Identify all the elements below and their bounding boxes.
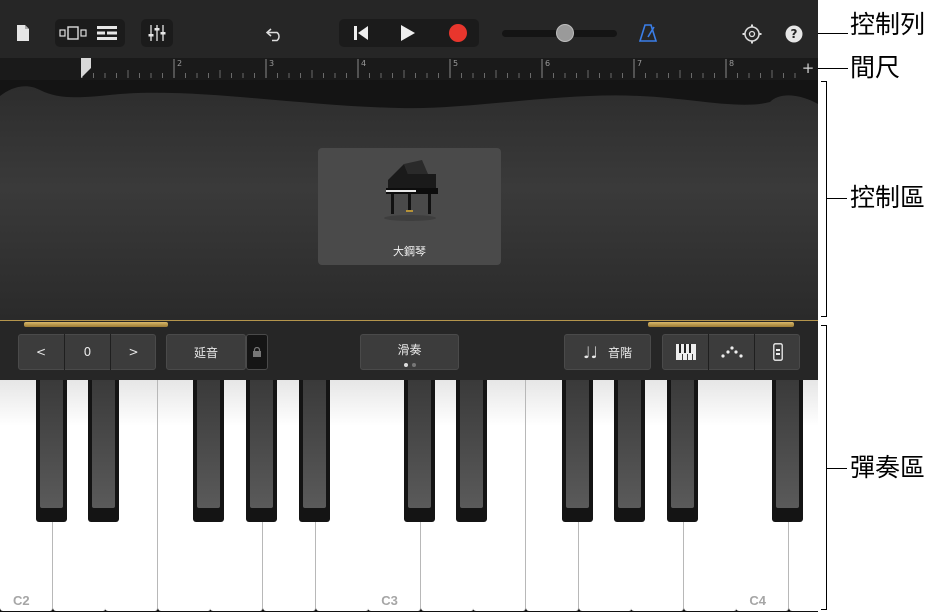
black-key[interactable]: [403, 380, 435, 522]
document-icon: [17, 25, 29, 41]
keyboard-overview-left[interactable]: [24, 322, 168, 327]
play-area[interactable]: C2 C3 C4: [0, 380, 818, 612]
callout-bracket: [821, 81, 827, 317]
gear-icon: [742, 24, 762, 44]
black-key[interactable]: [88, 380, 120, 522]
glissando-button[interactable]: 滑奏: [360, 334, 459, 370]
undo-button[interactable]: [262, 22, 288, 46]
keyboard-layout-button[interactable]: [663, 335, 708, 369]
velocity-icon: [772, 343, 783, 361]
black-key[interactable]: [246, 380, 277, 522]
octave-down-button[interactable]: <: [18, 334, 64, 370]
black-key[interactable]: [193, 380, 225, 522]
label-ruler: 間尺: [850, 53, 901, 82]
instrument-selector[interactable]: 大鋼琴: [318, 148, 501, 265]
note-label: C3: [381, 593, 398, 608]
ruler-bar-number: 6: [545, 59, 551, 68]
control-bar: ?: [0, 0, 818, 58]
instrument-name: 大鋼琴: [393, 245, 426, 258]
tracks-view-button[interactable]: [92, 21, 122, 45]
sustain-lock-button[interactable]: [246, 334, 268, 370]
browser-view-button[interactable]: [57, 21, 89, 45]
garageband-window: ? 12345678 + 大鋼: [0, 0, 818, 612]
svg-text:?: ?: [791, 27, 798, 41]
sustain-button[interactable]: 延音: [166, 334, 246, 370]
play-icon: [401, 25, 415, 41]
ruler-bar-number: 8: [729, 59, 735, 68]
black-key[interactable]: [666, 380, 698, 522]
music-note-icon: ♩♩: [582, 342, 599, 362]
arpeggiator-icon: [720, 346, 743, 358]
ruler-bar-number: 2: [177, 59, 183, 68]
callout-line: [818, 68, 848, 69]
black-key[interactable]: [35, 380, 67, 522]
playhead-marker[interactable]: [80, 58, 92, 80]
ruler-bar-number: 7: [637, 59, 643, 68]
go-to-beginning-button[interactable]: [341, 19, 381, 47]
black-key[interactable]: [772, 380, 803, 522]
keyboard-overview-right[interactable]: [648, 322, 794, 327]
ruler-bar-number: 4: [361, 59, 367, 68]
settings-button[interactable]: [740, 22, 764, 46]
keyboard-controls-strip: < 0 > 延音 滑奏 ♩♩ 音階: [0, 320, 818, 381]
page-indicator: [402, 360, 418, 367]
browser-view-icon: [59, 26, 87, 40]
play-button[interactable]: [388, 19, 428, 47]
lock-icon: [253, 347, 261, 357]
piano-keys-icon: [675, 344, 696, 360]
scale-button[interactable]: ♩♩ 音階: [564, 334, 651, 370]
octave-value: 0: [83, 345, 92, 359]
record-button[interactable]: [438, 19, 478, 47]
black-key[interactable]: [456, 380, 488, 522]
help-icon: ?: [785, 25, 803, 43]
metronome-icon: [639, 24, 657, 42]
black-key[interactable]: [561, 380, 593, 522]
undo-icon: [266, 28, 280, 42]
label-play-area: 彈奏區: [850, 453, 926, 482]
note-label: C2: [13, 593, 30, 608]
mixer-button[interactable]: [141, 19, 173, 47]
black-key[interactable]: [614, 380, 646, 522]
ruler[interactable]: 12345678 +: [0, 58, 818, 81]
label-control-area: 控制區: [850, 183, 926, 212]
ruler-bar-number: 5: [453, 59, 459, 68]
arpeggiator-button[interactable]: [709, 335, 754, 369]
callout-line: [827, 198, 847, 199]
glissando-label: 滑奏: [397, 342, 422, 357]
scale-label: 音階: [608, 345, 633, 360]
tracks-view-icon: [97, 26, 117, 40]
add-section-button[interactable]: +: [799, 58, 817, 78]
skip-back-icon: [354, 26, 368, 40]
velocity-button[interactable]: [755, 335, 800, 369]
master-volume-knob[interactable]: [556, 24, 575, 42]
note-label: C4: [749, 593, 767, 608]
grand-piano-icon: [384, 160, 438, 221]
callout-line: [827, 468, 847, 469]
label-control-bar: 控制列: [850, 10, 926, 39]
ruler-bar-number: 3: [269, 59, 275, 68]
callout-line: [818, 33, 848, 34]
ruler-ticks: [81, 59, 796, 78]
piano-lid-curve: [0, 80, 818, 109]
record-icon: [449, 24, 467, 42]
octave-up-button[interactable]: >: [111, 334, 156, 370]
control-area: 大鋼琴: [0, 80, 818, 320]
black-key[interactable]: [298, 380, 330, 522]
sliders-icon: [148, 25, 166, 41]
my-songs-button[interactable]: [12, 22, 34, 44]
help-button[interactable]: ?: [784, 24, 804, 44]
sustain-label: 延音: [193, 345, 218, 360]
metronome-button[interactable]: [635, 21, 661, 45]
